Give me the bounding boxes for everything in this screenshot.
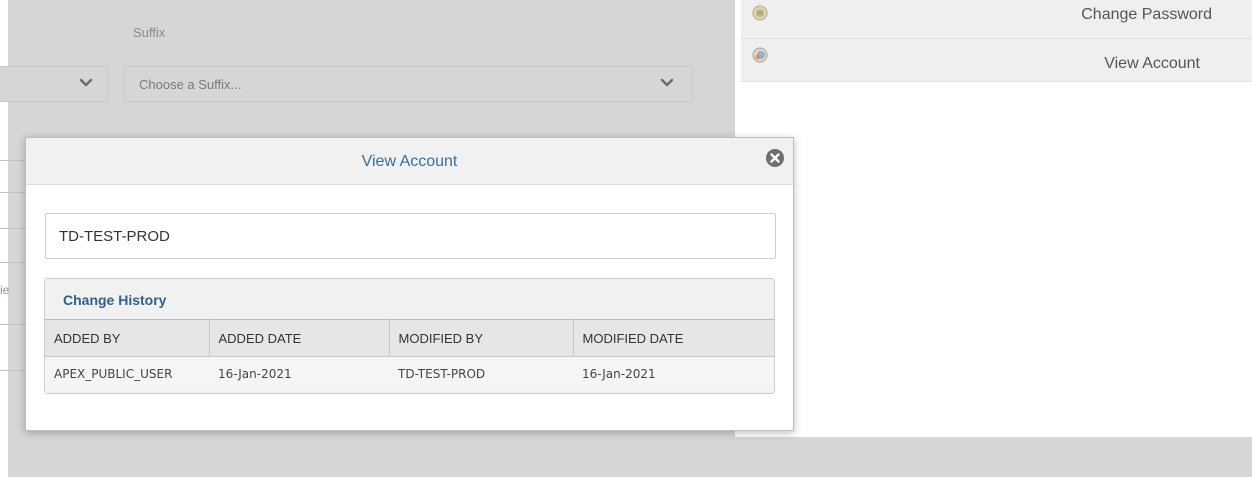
menu-item-label: View Account (1104, 55, 1200, 72)
dialog-header: View Account (26, 138, 793, 185)
change-history-table: ADDED BY ADDED DATE MODIFIED BY MODIFIED… (45, 319, 774, 391)
menu-item-change-password[interactable]: Change Password (741, 0, 1252, 39)
dialog-title: View Account (361, 153, 458, 170)
background-overlay-bottom (735, 437, 1252, 477)
background-link[interactable]: ie (0, 283, 9, 297)
account-name-field[interactable] (45, 213, 776, 259)
divider (0, 324, 26, 325)
chevron-down-icon (660, 78, 674, 87)
cell-modified-by: TD-TEST-PROD (389, 356, 573, 391)
suffix-select[interactable]: Choose a Suffix... (124, 66, 693, 102)
cell-added-by: APEX_PUBLIC_USER (45, 356, 209, 391)
column-header-modified-date[interactable]: MODIFIED DATE (573, 319, 774, 357)
menu-item-label: Change Password (1081, 6, 1212, 23)
suffix-label: Suffix (133, 25, 166, 40)
cell-modified-date: 16-Jan-2021 (573, 356, 774, 391)
column-header-modified-by[interactable]: MODIFIED BY (389, 319, 574, 357)
column-header-added-date[interactable]: ADDED DATE (209, 319, 390, 357)
change-history-panel: Change History ADDED BY ADDED DATE MODIF… (44, 278, 775, 394)
column-header-added-by[interactable]: ADDED BY (45, 319, 210, 357)
chevron-down-icon (79, 78, 93, 87)
change-password-icon (752, 5, 768, 21)
divider (0, 160, 26, 161)
divider (0, 262, 26, 263)
change-history-title[interactable]: Change History (63, 292, 166, 308)
close-icon[interactable] (765, 148, 785, 168)
table-row: APEX_PUBLIC_USER 16-Jan-2021 TD-TEST-PRO… (45, 356, 774, 391)
suffix-select-value: Choose a Suffix... (139, 77, 242, 92)
cell-added-date: 16-Jan-2021 (209, 356, 389, 391)
view-account-dialog: View Account Change History ADDED BY ADD… (25, 137, 794, 431)
view-account-icon (752, 47, 768, 63)
divider (0, 192, 26, 193)
account-menu: Change Password View Account (741, 0, 1252, 82)
menu-item-view-account[interactable]: View Account (741, 39, 1252, 82)
table-header-row: ADDED BY ADDED DATE MODIFIED BY MODIFIED… (45, 319, 774, 357)
divider (0, 370, 26, 371)
left-select[interactable] (0, 66, 108, 102)
divider (0, 228, 26, 229)
